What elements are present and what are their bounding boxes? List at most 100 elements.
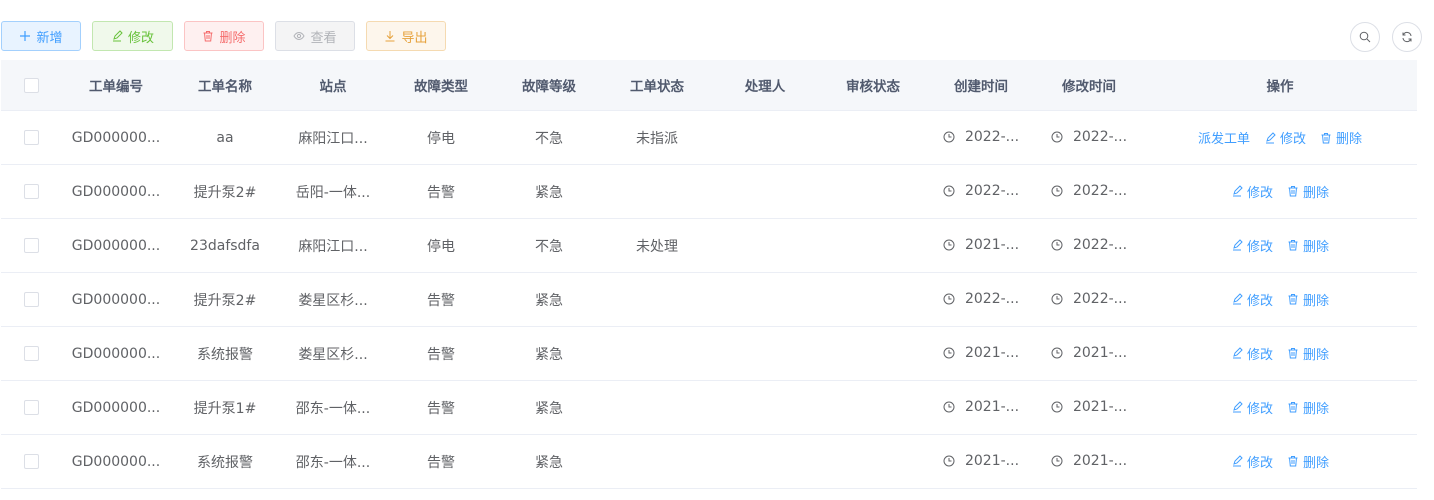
cell-site: 邵东-一体... [279,380,387,435]
cell-created: 2022-... [927,164,1035,219]
cell-level: 紧急 [495,380,603,435]
column-header[interactable]: 工单名称 [171,60,279,111]
modified-time: 2022-... [1072,236,1128,253]
row-edit-link[interactable]: 修改 [1231,236,1273,255]
cell-name: 提升泵2# [171,164,279,219]
cell-created: 2022-... [927,272,1035,327]
edit-icon [112,30,123,42]
row-edit-link[interactable]: 修改 [1231,344,1273,363]
cell-code: GD000000... [61,218,171,273]
column-header[interactable]: 站点 [279,60,387,111]
cell-name: aa [171,110,279,165]
cell-status [603,164,711,219]
select-all-checkbox[interactable] [23,77,39,93]
column-header[interactable]: 审核状态 [819,60,927,111]
cell-audit [819,326,927,381]
work-order-table: 工单编号 工单名称 站点 故障类型 故障等级 工单状态 处理人 审核状态 创建时… [1,60,1417,489]
cell-name: 23dafsdfa [171,218,279,273]
clock-icon [1051,131,1063,142]
cell-level: 紧急 [495,434,603,489]
clock-icon [943,239,955,250]
action-label: 修改 [1246,293,1273,309]
table-row[interactable]: GD000000... 系统报警 邵东-一体... 告警 紧急 2021-... 2021-… [1,434,1417,489]
column-header[interactable]: 处理人 [711,60,819,111]
cell-fault-type: 告警 [387,380,495,435]
row-delete-link[interactable]: 删除 [1287,182,1329,201]
trash-icon [1288,240,1298,251]
row-edit-link[interactable]: 修改 [1231,290,1273,309]
table-row[interactable]: GD000000... 提升泵2# 岳阳-一体... 告警 紧急 2022-... 2022… [1,164,1417,219]
row-checkbox[interactable] [23,346,39,361]
dispatch-link[interactable]: 派发工单 [1198,128,1250,147]
row-checkbox[interactable] [23,130,39,145]
edit-icon [1265,131,1276,143]
column-header[interactable]: 工单状态 [603,60,711,111]
row-delete-link[interactable]: 删除 [1287,344,1329,363]
cell-created: 2021-... [927,218,1035,273]
clock-icon [943,185,955,196]
table-row[interactable]: GD000000... 提升泵2# 娄星区杉... 告警 紧急 2022-... 2022-… [1,272,1417,327]
clock-icon [1051,293,1063,304]
row-checkbox[interactable] [23,238,39,253]
eye-icon [293,31,306,41]
table-row[interactable]: GD000000... 提升泵1# 邵东-一体... 告警 紧急 2021-... 2021… [1,380,1417,435]
cell-handler [711,380,819,435]
column-header[interactable]: 创建时间 [927,60,1035,111]
column-header[interactable]: 故障类型 [387,60,495,111]
edit-button[interactable]: 修改 [92,21,173,51]
row-delete-link[interactable]: 删除 [1287,452,1329,471]
cell-actions: 修改 删除 [1143,326,1417,381]
created-time: 2021-... [964,344,1020,361]
cell-site: 娄星区杉... [279,272,387,327]
refresh-button[interactable] [1392,22,1422,52]
trash-icon [1288,402,1298,413]
row-delete-link[interactable]: 删除 [1287,236,1329,255]
cell-modified: 2021-... [1035,434,1143,489]
cell-handler [711,110,819,165]
view-button-label: 查看 [310,30,337,46]
cell-fault-type: 停电 [387,110,495,165]
cell-code: GD000000... [61,110,171,165]
table-row[interactable]: GD000000... 23dafsdfa 麻阳江口... 停电 不急 未处理 2021-.… [1,218,1417,273]
cell-status [603,434,711,489]
table-row[interactable]: GD000000... 系统报警 娄星区杉... 告警 紧急 2021-... 2021-.… [1,326,1417,381]
cell-modified: 2022-... [1035,110,1143,165]
view-button[interactable]: 查看 [275,21,355,51]
column-header[interactable]: 故障等级 [495,60,603,111]
cell-actions: 派发工单 修改 删除 [1143,110,1417,165]
action-label: 删除 [1303,347,1330,363]
row-delete-link[interactable]: 删除 [1287,398,1329,417]
created-time: 2021-... [964,452,1020,469]
clock-icon [943,455,955,466]
row-edit-link[interactable]: 修改 [1231,452,1273,471]
search-toggle-button[interactable] [1350,22,1380,52]
row-checkbox[interactable] [23,400,39,415]
add-button[interactable]: 新增 [1,21,81,51]
row-checkbox[interactable] [23,184,39,199]
row-edit-link[interactable]: 修改 [1264,128,1306,147]
row-checkbox[interactable] [23,454,39,469]
trash-icon [203,31,213,42]
action-label: 修改 [1246,185,1273,201]
cell-created: 2021-... [927,380,1035,435]
column-header[interactable]: 工单编号 [61,60,171,111]
edit-icon [1232,185,1243,197]
row-edit-link[interactable]: 修改 [1231,398,1273,417]
row-edit-link[interactable]: 修改 [1231,182,1273,201]
refresh-icon [1402,31,1412,43]
delete-button[interactable]: 删除 [184,21,264,51]
row-delete-link[interactable]: 删除 [1320,128,1362,147]
cell-handler [711,326,819,381]
cell-handler [711,164,819,219]
row-checkbox[interactable] [23,292,39,307]
export-button[interactable]: 导出 [366,21,446,51]
edit-button-label: 修改 [127,30,154,46]
row-delete-link[interactable]: 删除 [1287,290,1329,309]
clock-icon [943,401,955,412]
cell-status [603,272,711,327]
action-label: 派发工单 [1197,132,1250,147]
cell-audit [819,434,927,489]
cell-fault-type: 告警 [387,434,495,489]
table-row[interactable]: GD000000... aa 麻阳江口... 停电 不急 未指派 2022-... 2022-… [1,110,1417,165]
column-header[interactable]: 修改时间 [1035,60,1143,111]
